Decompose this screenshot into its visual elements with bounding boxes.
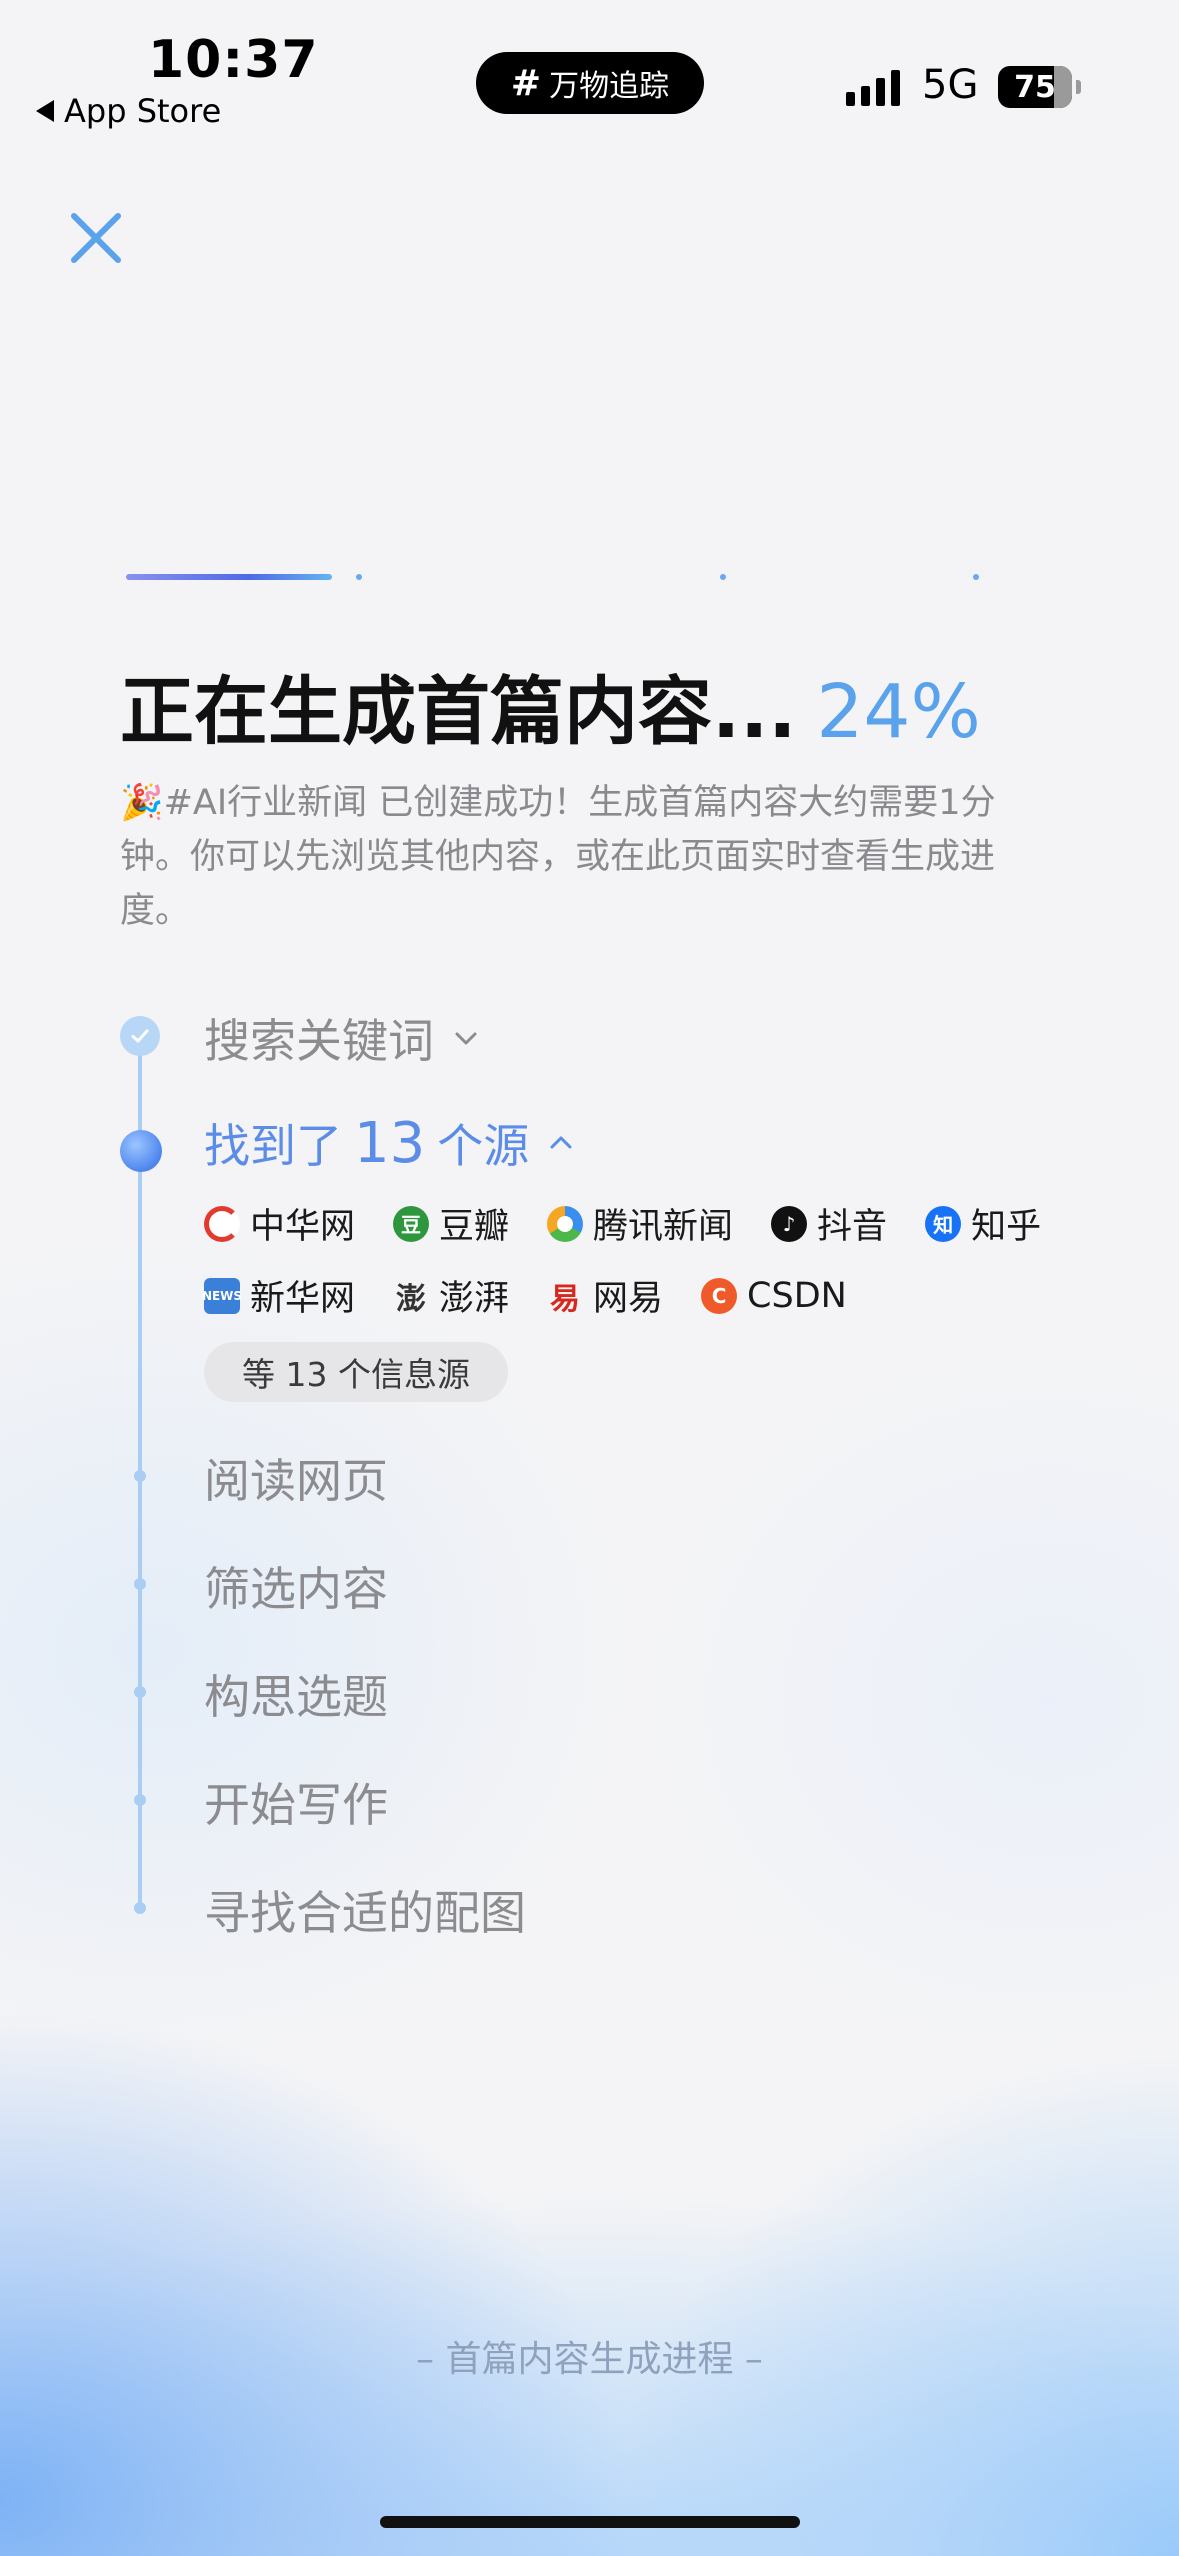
douban-icon: 豆	[393, 1205, 430, 1242]
battery-tip	[1076, 80, 1081, 94]
source-item[interactable]: 易 网易	[547, 1270, 663, 1321]
step-pending-dot	[134, 1686, 146, 1698]
source-item[interactable]: NEWS 新华网	[202, 1270, 356, 1321]
step-pending-dot	[134, 1470, 146, 1482]
source-name: 抖音	[817, 1207, 888, 1247]
step-done-check-icon	[120, 1016, 160, 1056]
home-indicator[interactable]	[380, 2516, 800, 2528]
network-type: 5G	[922, 62, 979, 108]
source-item[interactable]: 中华网	[204, 1198, 355, 1249]
found-prefix: 找到了	[204, 1119, 342, 1173]
step-pending-dot	[134, 1794, 146, 1806]
battery-icon: 75	[998, 66, 1072, 108]
step-find-images: 寻找合适的配图	[204, 1886, 526, 1940]
source-name: 中华网	[250, 1207, 356, 1247]
step-search-keywords[interactable]: 搜索关键词	[204, 1005, 480, 1071]
progress-bar-fill	[126, 574, 332, 580]
source-name: 澎湃	[439, 1279, 510, 1319]
csdn-icon: C	[701, 1277, 738, 1314]
progress-description: 🎉#AI行业新闻 已创建成功！生成首篇内容大约需要1分钟。你可以先浏览其他内容，…	[120, 783, 996, 931]
xinhua-icon: NEWS	[202, 1277, 242, 1314]
found-suffix: 个源	[437, 1119, 530, 1173]
step-pending-dot	[134, 1578, 146, 1590]
step-read-pages: 阅读网页	[204, 1454, 388, 1508]
douyin-icon: ♪	[771, 1205, 808, 1242]
source-row: 中华网 豆 豆瓣 腾讯新闻 ♪ 抖音 知 知乎	[204, 1198, 1079, 1249]
progress-marker	[720, 574, 726, 580]
source-item[interactable]: 豆 豆瓣	[393, 1198, 509, 1249]
progress-percent: 24%	[816, 669, 981, 755]
chevron-up-icon	[550, 1136, 572, 1149]
progress-marker	[973, 574, 979, 580]
netease-icon: 易	[550, 1281, 581, 1317]
page-title: 正在生成首篇内容... 24%	[120, 652, 981, 759]
step-active-dot	[120, 1130, 162, 1172]
step-plan-topics: 构思选题	[204, 1670, 388, 1724]
step-pending-dot	[134, 1902, 146, 1914]
chevron-down-icon	[455, 1032, 477, 1045]
step-start-writing: 开始写作	[204, 1778, 388, 1832]
tencent-news-icon	[547, 1205, 584, 1242]
source-name: 知乎	[971, 1207, 1042, 1247]
step-label: 搜索关键词	[204, 1014, 434, 1068]
close-icon[interactable]	[64, 206, 128, 270]
step-found-sources[interactable]: 找到了 13 个源	[204, 1110, 575, 1176]
back-app-label: App Store	[64, 92, 222, 130]
pengpai-icon: 澎	[396, 1281, 427, 1317]
found-count: 13	[354, 1110, 426, 1176]
more-sources-chip[interactable]: 等 13 个信息源	[204, 1342, 508, 1402]
title-text: 正在生成首篇内容...	[120, 669, 797, 755]
source-name: 新华网	[250, 1279, 356, 1319]
source-name: CSDN	[747, 1275, 847, 1316]
source-name: 豆瓣	[439, 1207, 510, 1247]
source-item[interactable]: C CSDN	[701, 1276, 847, 1316]
signal-strength-icon	[846, 66, 900, 106]
source-item[interactable]: ♪ 抖音	[771, 1198, 887, 1249]
zhonghua-icon	[204, 1205, 240, 1242]
back-to-app-store[interactable]: App Store	[36, 92, 221, 130]
hash-icon: #	[510, 62, 542, 104]
status-time: 10:37	[148, 30, 319, 90]
source-item[interactable]: 腾讯新闻	[547, 1198, 733, 1249]
zhihu-icon: 知	[925, 1205, 962, 1242]
progress-marker	[356, 574, 362, 580]
source-name: 网易	[593, 1279, 664, 1319]
source-item[interactable]: 澎 澎湃	[393, 1270, 509, 1321]
battery-level: 75	[1014, 69, 1056, 105]
source-item[interactable]: 知 知乎	[925, 1198, 1041, 1249]
source-name: 腾讯新闻	[593, 1207, 734, 1247]
source-row: NEWS 新华网 澎 澎湃 易 网易 C CSDN	[202, 1270, 885, 1321]
dynamic-island-activity[interactable]: # 万物追踪	[476, 52, 704, 114]
step-filter-content: 筛选内容	[204, 1562, 388, 1616]
footer-caption: – 首篇内容生成进程 –	[416, 2339, 763, 2380]
island-label: 万物追踪	[549, 69, 670, 104]
back-triangle-icon	[36, 100, 54, 122]
